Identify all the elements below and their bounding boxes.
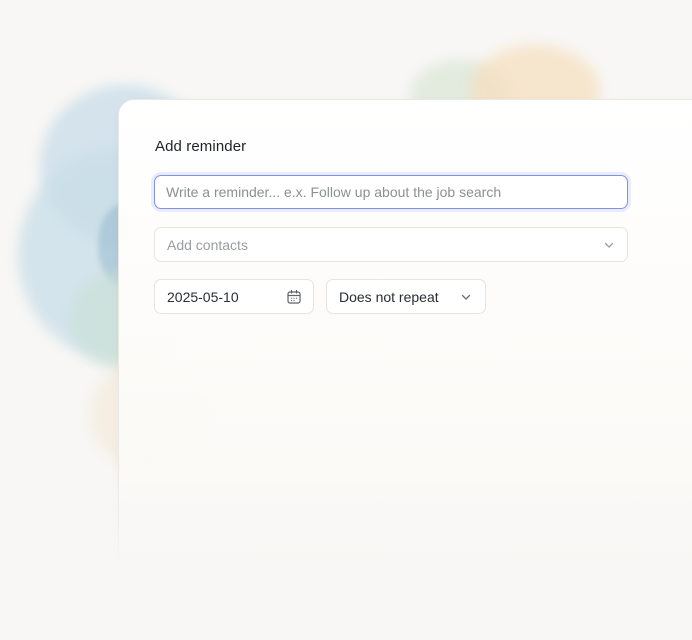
chevron-down-icon <box>460 291 472 303</box>
date-picker-field[interactable]: 2025-05-10 <box>154 279 314 314</box>
add-contacts-placeholder: Add contacts <box>167 236 248 253</box>
date-value: 2025-05-10 <box>167 288 239 305</box>
repeat-value: Does not repeat <box>339 288 439 305</box>
card-bottom-fade <box>100 470 692 590</box>
reminder-text-input[interactable] <box>154 175 628 209</box>
repeat-select[interactable]: Does not repeat <box>326 279 486 314</box>
chevron-down-icon <box>603 239 615 251</box>
card-title: Add reminder <box>155 138 247 155</box>
add-contacts-select[interactable]: Add contacts <box>154 227 628 262</box>
calendar-icon[interactable] <box>286 289 302 305</box>
